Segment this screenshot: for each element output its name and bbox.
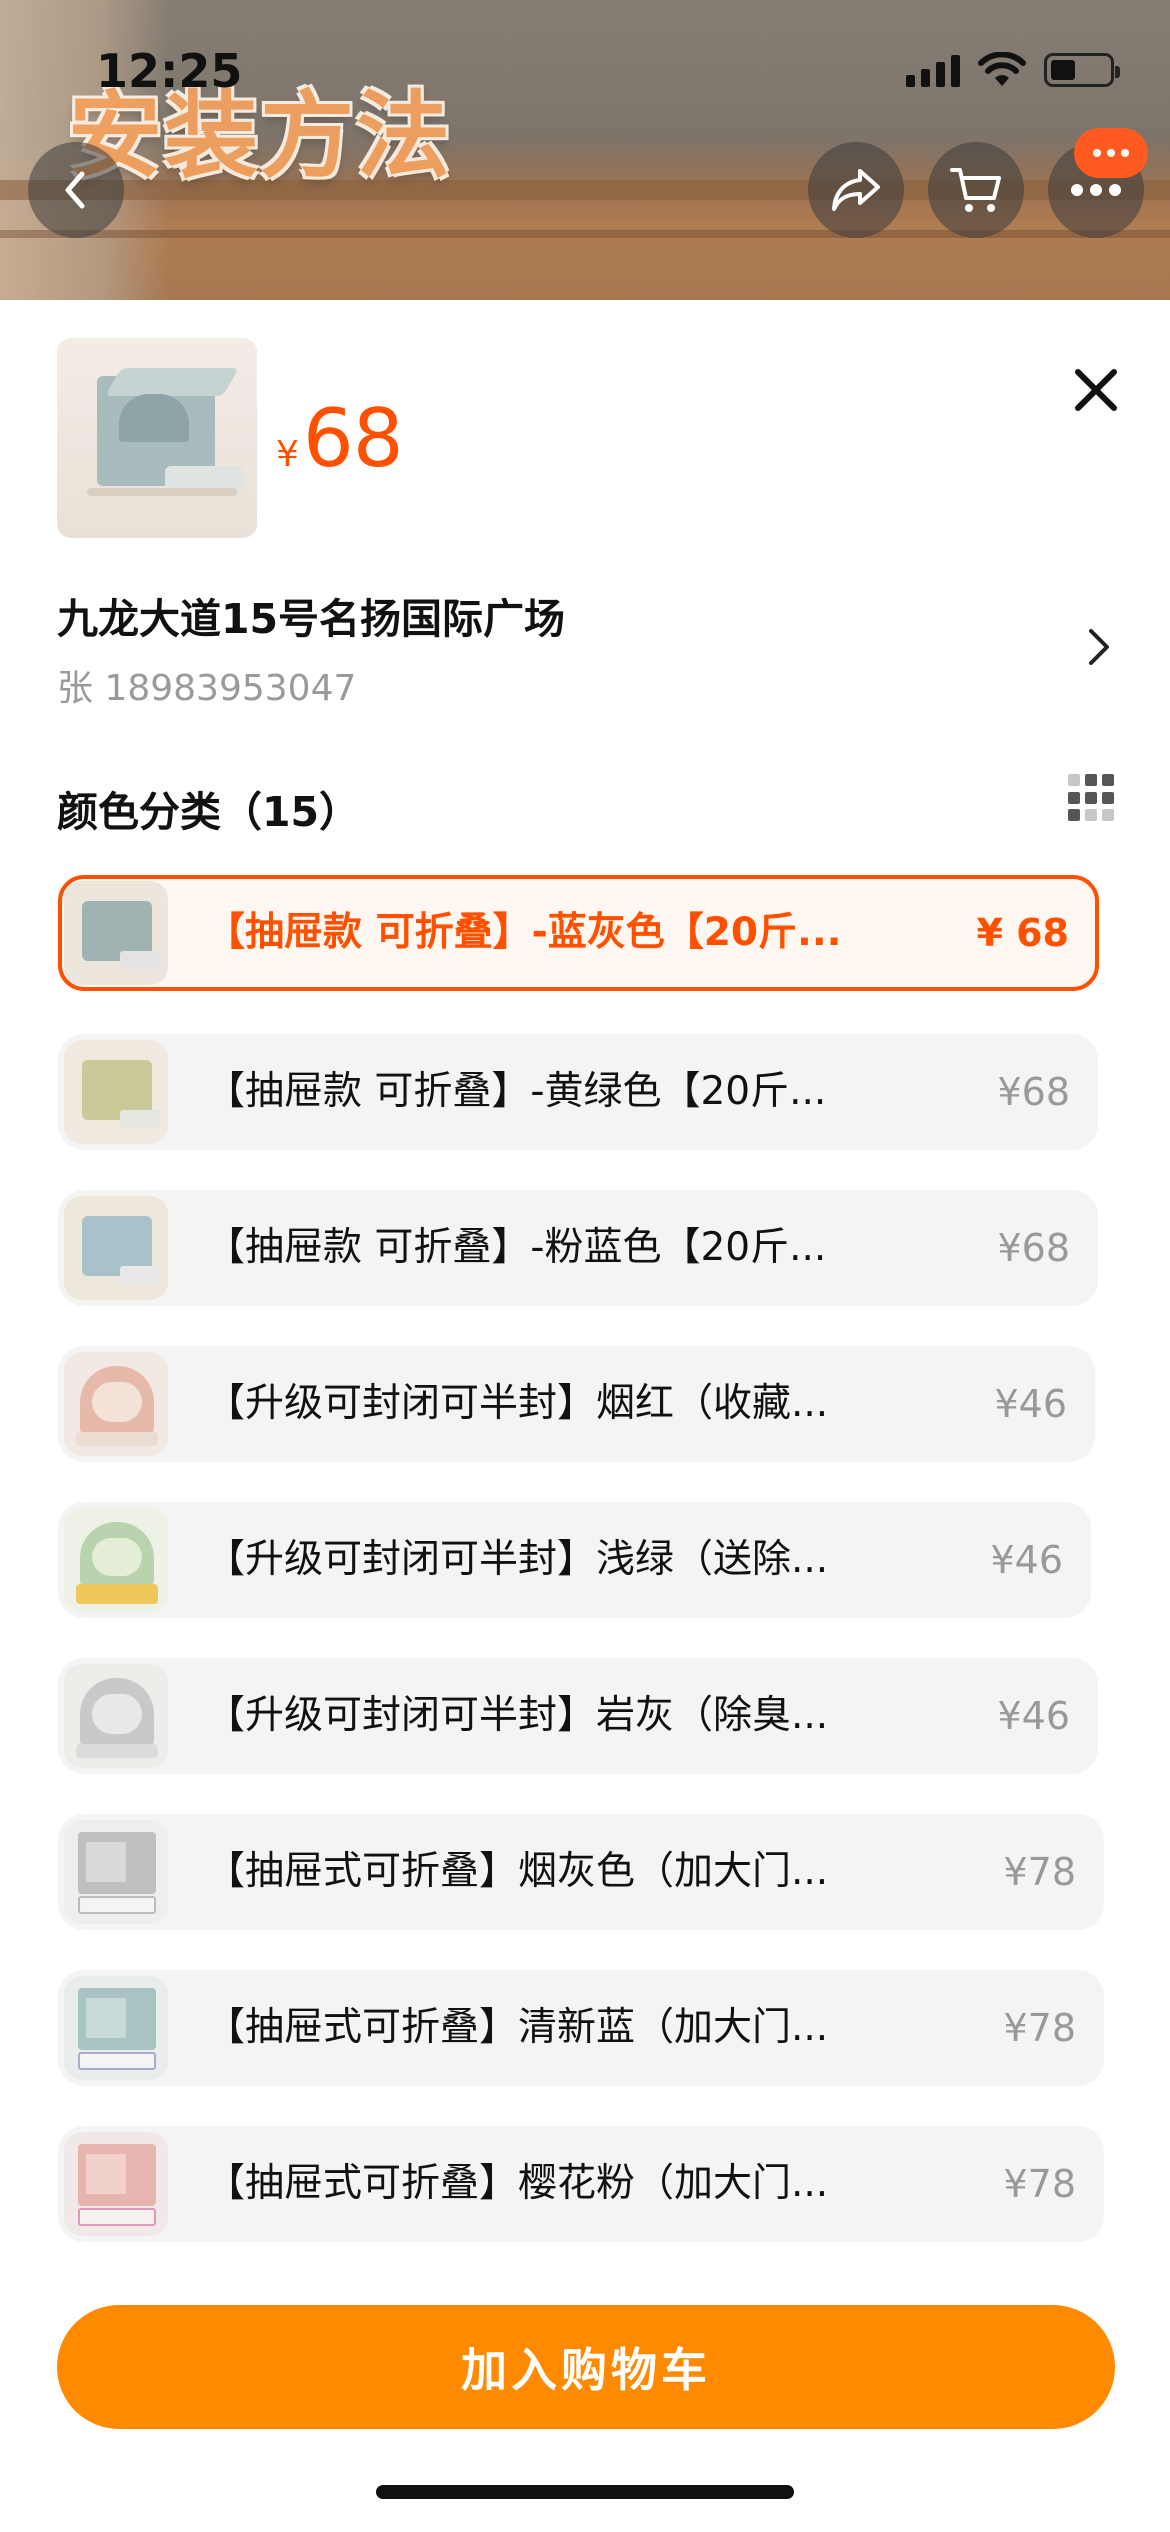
- option-price: ¥46: [994, 1382, 1067, 1426]
- option-thumbnail: [64, 1664, 168, 1768]
- option-thumbnail: [64, 881, 168, 985]
- sku-option[interactable]: 【升级可封闭可半封】浅绿（送除... ¥46: [58, 1502, 1091, 1618]
- option-thumbnail: [64, 1508, 168, 1612]
- option-label: 【抽屉款 可折叠】-粉蓝色【20斤...: [206, 1225, 827, 1270]
- option-price: ¥78: [1003, 2006, 1076, 2050]
- status-time: 12:25: [96, 44, 243, 98]
- option-label: 【抽屉式可折叠】樱花粉（加大门...: [206, 2161, 829, 2206]
- wifi-icon: [978, 52, 1026, 86]
- battery-icon: [1044, 53, 1120, 87]
- option-price: ¥46: [990, 1538, 1063, 1582]
- color-category-title: 颜色分类（15）: [57, 788, 361, 836]
- cart-icon: [950, 168, 1001, 212]
- share-icon: [832, 169, 880, 211]
- cart-button-top[interactable]: [928, 142, 1024, 238]
- sku-option[interactable]: 【升级可封闭可半封】岩灰（除臭... ¥46: [58, 1658, 1098, 1774]
- delivery-address[interactable]: 九龙大道15号名扬国际广场 张 18983953047: [57, 585, 1117, 709]
- back-button[interactable]: [28, 142, 124, 238]
- price-value: 68: [302, 392, 404, 485]
- option-thumbnail: [64, 1352, 168, 1456]
- selected-price: ¥ 68: [276, 392, 404, 485]
- address-line: 九龙大道15号名扬国际广场: [57, 595, 566, 643]
- option-label: 【升级可封闭可半封】岩灰（除臭...: [206, 1693, 829, 1738]
- option-thumbnail: [64, 1040, 168, 1144]
- option-label: 【抽屉款 可折叠】-蓝灰色【20斤...: [206, 910, 842, 955]
- close-icon[interactable]: [1068, 362, 1124, 418]
- option-thumbnail: [64, 1976, 168, 2080]
- chevron-right-icon: [1089, 629, 1109, 665]
- sku-selector-sheet: ¥ 68 九龙大道15号名扬国际广场 张 18983953047 颜色分类（15…: [0, 300, 1170, 2532]
- sku-option[interactable]: 【抽屉款 可折叠】-黄绿色【20斤... ¥68: [58, 1034, 1098, 1150]
- message-badge-icon: [1074, 128, 1148, 178]
- option-price: ¥68: [997, 1070, 1070, 1114]
- option-label: 【升级可封闭可半封】烟红（收藏...: [206, 1381, 829, 1426]
- sku-option[interactable]: 【抽屉式可折叠】清新蓝（加大门... ¥78: [58, 1970, 1104, 2086]
- more-dots-icon: [1071, 184, 1121, 196]
- status-icons: [906, 52, 1120, 88]
- option-label: 【抽屉款 可折叠】-黄绿色【20斤...: [206, 1069, 827, 1114]
- add-to-cart-button[interactable]: 加入购物车: [57, 2305, 1115, 2429]
- option-price: ¥ 68: [976, 911, 1069, 955]
- option-label: 【抽屉式可折叠】烟灰色（加大门...: [206, 1849, 829, 1894]
- currency-symbol: ¥: [276, 434, 299, 475]
- sku-option[interactable]: 【抽屉款 可折叠】-粉蓝色【20斤... ¥68: [58, 1190, 1098, 1306]
- option-price: ¥46: [997, 1694, 1070, 1738]
- chevron-left-icon: [65, 171, 85, 209]
- option-label: 【抽屉式可折叠】清新蓝（加大门...: [206, 2005, 829, 2050]
- cellular-signal-icon: [906, 53, 960, 87]
- option-price: ¥78: [1003, 2162, 1076, 2206]
- grid-view-icon[interactable]: [1068, 774, 1116, 822]
- address-contact: 张 18983953047: [57, 668, 357, 709]
- sku-option[interactable]: 【抽屉式可折叠】烟灰色（加大门... ¥78: [58, 1814, 1104, 1930]
- sku-option[interactable]: 【抽屉式可折叠】樱花粉（加大门... ¥78: [58, 2126, 1104, 2242]
- option-thumbnail: [64, 2132, 168, 2236]
- home-indicator[interactable]: [376, 2485, 794, 2499]
- sku-option[interactable]: 【升级可封闭可半封】烟红（收藏... ¥46: [58, 1346, 1095, 1462]
- option-price: ¥68: [997, 1226, 1070, 1270]
- sku-option[interactable]: 【抽屉款 可折叠】-蓝灰色【20斤... ¥ 68: [58, 875, 1099, 991]
- option-thumbnail: [64, 1196, 168, 1300]
- share-button[interactable]: [808, 142, 904, 238]
- product-thumbnail[interactable]: [57, 338, 257, 538]
- option-thumbnail: [64, 1820, 168, 1924]
- option-price: ¥78: [1003, 1850, 1076, 1894]
- option-label: 【升级可封闭可半封】浅绿（送除...: [206, 1537, 829, 1582]
